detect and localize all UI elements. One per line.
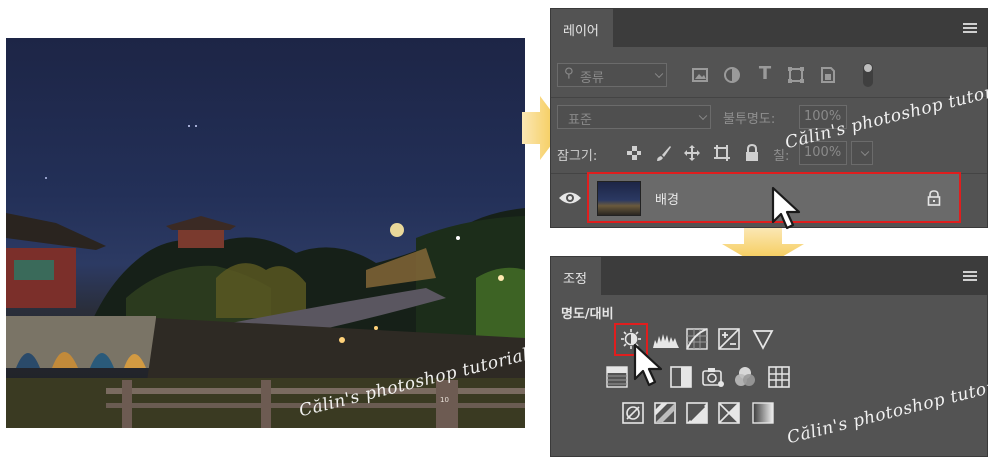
layer-visibility-eye-icon[interactable] — [558, 190, 582, 206]
lock-all-icon[interactable] — [743, 144, 763, 164]
curves-icon[interactable] — [686, 328, 708, 350]
layer-thumbnail — [597, 181, 641, 216]
layer-name: 배경 — [655, 193, 679, 208]
color-balance-icon[interactable] — [670, 366, 692, 388]
layer-filter-select[interactable]: ⚲ 종류 — [557, 63, 667, 87]
lock-label: 잠그기: — [557, 149, 598, 164]
night-photo: 10 Călin's photoshop tutorial — [6, 38, 525, 428]
adjustment-section-label: 명도/대비 — [561, 307, 614, 322]
lock-image-pixels-icon[interactable] — [655, 144, 675, 164]
type-filter-icon[interactable]: T — [755, 65, 775, 85]
magnifier-icon: ⚲ — [564, 66, 574, 81]
adjustments-panel: 조정 명도/대비 — [550, 256, 988, 457]
exposure-icon[interactable] — [718, 328, 740, 350]
image-filter-icon[interactable] — [691, 66, 711, 86]
posterize-icon[interactable] — [654, 402, 676, 424]
hue-saturation-icon[interactable] — [606, 366, 628, 388]
mouse-pointer-icon — [633, 343, 663, 387]
tab-adjustments[interactable]: 조정 — [551, 257, 601, 295]
gradient-map-icon[interactable] — [752, 402, 774, 424]
smart-object-filter-icon[interactable] — [819, 66, 839, 86]
layer-lock-icon — [927, 190, 941, 210]
photo-filter-icon[interactable] — [734, 366, 756, 388]
lock-artboard-icon[interactable] — [713, 144, 733, 164]
fill-dropdown[interactable] — [851, 141, 873, 165]
blend-mode-value: 표준 — [568, 113, 592, 128]
black-white-icon[interactable] — [702, 366, 724, 388]
mouse-pointer-icon — [771, 186, 801, 230]
shape-filter-icon[interactable] — [787, 66, 807, 86]
panel-menu-icon[interactable] — [963, 23, 977, 33]
lock-position-icon[interactable] — [683, 144, 703, 164]
vibrance-icon[interactable] — [752, 328, 774, 350]
tutorial-figure: 10 Călin's photoshop tutorial 레이어 ⚲ 종류 T — [0, 0, 1000, 468]
panel-menu-icon[interactable] — [963, 271, 977, 281]
lock-transparent-pixels-icon[interactable] — [625, 144, 645, 164]
opacity-label: 불투명도: — [723, 112, 776, 127]
tab-layers[interactable]: 레이어 — [551, 9, 613, 47]
invert-icon[interactable] — [622, 402, 644, 424]
filter-kind-label: 종류 — [580, 71, 604, 86]
selective-color-icon[interactable] — [718, 402, 740, 424]
filter-toggle-icon[interactable] — [863, 63, 873, 87]
channel-mixer-icon[interactable] — [768, 366, 790, 388]
layers-tabbar: 레이어 — [551, 9, 987, 47]
threshold-icon[interactable] — [686, 402, 708, 424]
adjustment-filter-icon[interactable] — [723, 66, 743, 86]
fence-sign: 10 — [440, 396, 449, 404]
adjustments-tabbar: 조정 — [551, 257, 987, 295]
blend-mode-select[interactable]: 표준 — [557, 105, 711, 129]
